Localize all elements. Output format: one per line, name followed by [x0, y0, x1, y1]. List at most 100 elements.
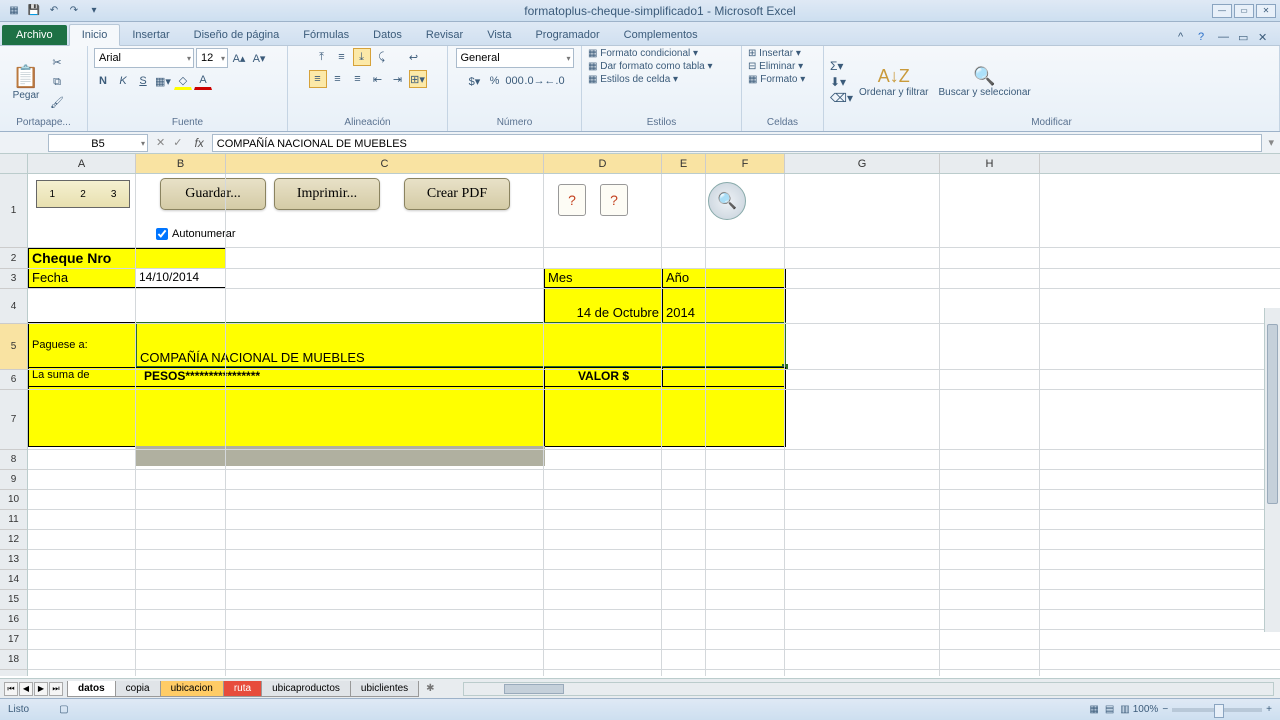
align-middle-icon[interactable]: ≡: [333, 48, 351, 66]
help1-icon[interactable]: ?: [558, 184, 586, 216]
cell-D6[interactable]: VALOR $: [544, 367, 663, 387]
row-header-9[interactable]: 9: [0, 470, 27, 490]
col-header-B[interactable]: B: [136, 154, 226, 173]
qat-more-icon[interactable]: ▾: [86, 3, 102, 19]
tab-revisar[interactable]: Revisar: [414, 25, 475, 45]
row-header-15[interactable]: 15: [0, 590, 27, 610]
bold-button[interactable]: N: [94, 72, 112, 90]
grow-font-icon[interactable]: A▴: [230, 49, 248, 67]
row-header-10[interactable]: 10: [0, 490, 27, 510]
guardar-button[interactable]: Guardar...: [160, 178, 266, 210]
formula-input[interactable]: COMPAÑÍA NACIONAL DE MUEBLES: [212, 134, 1263, 152]
cell-A5[interactable]: Paguese a:: [28, 322, 136, 368]
new-sheet-icon[interactable]: ✱: [418, 683, 442, 694]
underline-button[interactable]: S: [134, 72, 152, 90]
font-size-combo[interactable]: 12: [196, 48, 228, 68]
help2-icon[interactable]: ?: [600, 184, 628, 216]
row-header-16[interactable]: 16: [0, 610, 27, 630]
redo-icon[interactable]: ↷: [66, 3, 82, 19]
col-header-H[interactable]: H: [940, 154, 1040, 173]
zoom-out-icon[interactable]: −: [1162, 704, 1168, 715]
scroll-thumb[interactable]: [1267, 324, 1278, 504]
format-as-table-button[interactable]: ▦ Dar formato como tabla ▾: [588, 61, 713, 72]
wrap-text-icon[interactable]: ↩: [405, 48, 423, 66]
sheet-tab-ruta[interactable]: ruta: [223, 681, 262, 697]
cell-E6[interactable]: [662, 367, 786, 387]
sheet-next-icon[interactable]: ▶: [34, 682, 48, 696]
merge-icon[interactable]: ⊞▾: [409, 70, 427, 88]
delete-cells-button[interactable]: ⊟ Eliminar ▾: [748, 61, 803, 72]
select-all-corner[interactable]: [0, 154, 27, 174]
row-header-1[interactable]: 1: [0, 174, 27, 248]
tab-vista[interactable]: Vista: [475, 25, 523, 45]
win-close-icon[interactable]: ✕: [1258, 31, 1272, 45]
maximize-button[interactable]: ▭: [1234, 4, 1254, 18]
sheet-tab-copia[interactable]: copia: [115, 681, 161, 697]
view-normal-icon[interactable]: ▦: [1086, 704, 1101, 715]
italic-button[interactable]: K: [114, 72, 132, 90]
align-left-icon[interactable]: ≡: [309, 70, 327, 88]
shrink-font-icon[interactable]: A▾: [250, 49, 268, 67]
row-header-18[interactable]: 18: [0, 650, 27, 670]
inc-decimal-icon[interactable]: .0→: [526, 72, 544, 90]
percent-icon[interactable]: %: [486, 72, 504, 90]
col-header-F[interactable]: F: [706, 154, 785, 173]
cell-A2[interactable]: Cheque Nro: [28, 248, 136, 269]
file-tab[interactable]: Archivo: [2, 25, 67, 45]
align-top-icon[interactable]: ⤒: [313, 48, 331, 66]
cell-A3[interactable]: Fecha: [28, 268, 136, 288]
row-header-14[interactable]: 14: [0, 570, 27, 590]
minimize-ribbon-icon[interactable]: ^: [1178, 31, 1192, 45]
undo-icon[interactable]: ↶: [46, 3, 62, 19]
orientation-icon[interactable]: ⤹: [373, 48, 391, 66]
win-min-icon[interactable]: —: [1218, 31, 1232, 45]
row-header-5[interactable]: 5: [0, 324, 27, 370]
cell-D4[interactable]: 14 de Octubre: [544, 287, 663, 323]
comma-icon[interactable]: 000: [506, 72, 524, 90]
binoculars-button[interactable]: 🔍: [708, 182, 746, 220]
autosum-icon[interactable]: Σ▾: [830, 59, 853, 73]
cell-D3[interactable]: Mes: [544, 268, 663, 288]
sort-filter-button[interactable]: A↓Z Ordenar y filtrar: [855, 64, 932, 100]
cell-B6[interactable]: PESOS****************: [135, 367, 545, 387]
cell-E3[interactable]: Año: [662, 268, 786, 288]
row-header-2[interactable]: 2: [0, 248, 27, 269]
tab-datos[interactable]: Datos: [361, 25, 414, 45]
conditional-format-button[interactable]: ▦ Formato condicional ▾: [588, 48, 698, 59]
macro-record-icon[interactable]: ▢: [59, 704, 68, 715]
copy-icon[interactable]: ⧉: [48, 73, 66, 91]
col-header-G[interactable]: G: [785, 154, 940, 173]
help-icon[interactable]: ?: [1198, 31, 1212, 45]
tab-formulas[interactable]: Fórmulas: [291, 25, 361, 45]
sheet-last-icon[interactable]: ⏭: [49, 682, 63, 696]
sheet-tab-ubicacion[interactable]: ubicacion: [160, 681, 224, 697]
enter-icon[interactable]: ✓: [169, 136, 186, 149]
tab-programador[interactable]: Programador: [523, 25, 611, 45]
tab-complementos[interactable]: Complementos: [612, 25, 710, 45]
cell-B2[interactable]: [135, 248, 226, 269]
sheet-tab-datos[interactable]: datos: [67, 681, 116, 697]
row-header-12[interactable]: 12: [0, 530, 27, 550]
autonumerar-checkbox[interactable]: Autonumerar: [156, 228, 236, 240]
font-color-icon[interactable]: A: [194, 72, 212, 90]
col-header-C[interactable]: C: [226, 154, 544, 173]
hscroll-thumb[interactable]: [504, 684, 564, 694]
name-box[interactable]: B5: [48, 134, 148, 152]
save-icon[interactable]: 💾: [26, 3, 42, 19]
cell-B5[interactable]: COMPAÑÍA NACIONAL DE MUEBLES: [135, 322, 786, 368]
sheet-tab-ubiclientes[interactable]: ubiclientes: [350, 681, 419, 697]
sheet-tab-ubicaproductos[interactable]: ubicaproductos: [261, 681, 351, 697]
currency-icon[interactable]: $▾: [466, 72, 484, 90]
col-header-D[interactable]: D: [544, 154, 662, 173]
insert-cells-button[interactable]: ⊞ Insertar ▾: [748, 48, 801, 59]
zoom-level[interactable]: 100%: [1133, 704, 1159, 715]
fx-icon[interactable]: fx: [186, 136, 211, 150]
vertical-scrollbar[interactable]: [1264, 308, 1280, 632]
row-header-4[interactable]: 4: [0, 289, 27, 324]
row-header-11[interactable]: 11: [0, 510, 27, 530]
horizontal-scrollbar[interactable]: [463, 682, 1274, 696]
tab-inicio[interactable]: Inicio: [69, 24, 121, 46]
col-header-E[interactable]: E: [662, 154, 706, 173]
paste-button[interactable]: 📋 Pegar: [6, 62, 46, 103]
row-header-6[interactable]: 6: [0, 370, 27, 390]
